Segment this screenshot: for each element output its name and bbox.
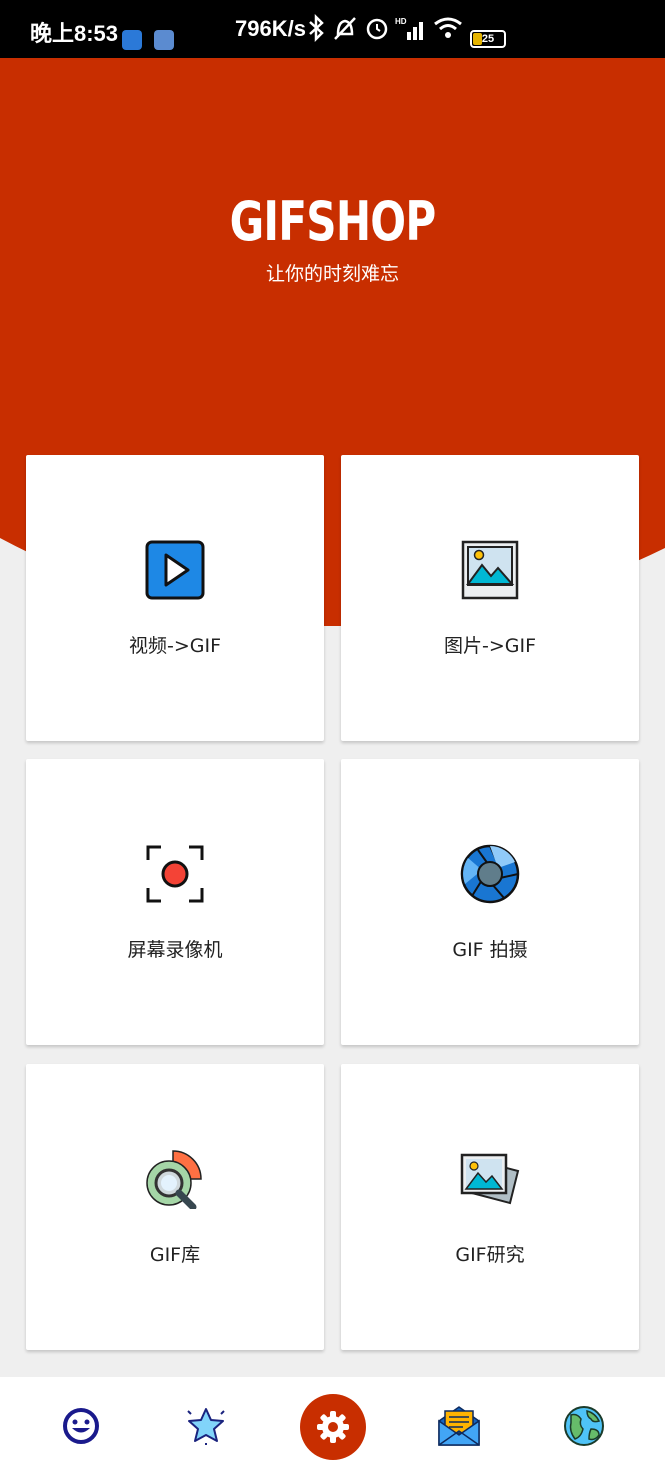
- tile-image-to-gif[interactable]: 图片->GIF: [341, 455, 639, 741]
- bluetooth-icon: [309, 14, 324, 42]
- wifi-icon: [434, 17, 462, 38]
- app-title: GIFSHOP: [229, 190, 437, 253]
- signal-icon: HD: [395, 17, 423, 40]
- settings-gear-icon: [317, 1411, 349, 1443]
- screen-record-icon: [146, 845, 204, 903]
- mail-icon[interactable]: [437, 1405, 481, 1447]
- tile-label: 图片->GIF: [443, 635, 537, 657]
- tile-gif-research[interactable]: GIF研究: [341, 1064, 639, 1350]
- tile-label: GIF库: [149, 1244, 201, 1266]
- mute-bell-icon: [334, 17, 356, 40]
- camera-aperture-icon: [460, 844, 520, 904]
- bottom-navigation: [0, 1377, 665, 1477]
- tile-video-to-gif[interactable]: 视频->GIF: [26, 455, 324, 741]
- star-icon[interactable]: [185, 1405, 227, 1447]
- battery-icon: 25: [470, 30, 506, 48]
- tile-gif-capture[interactable]: GIF 拍摄: [341, 759, 639, 1045]
- status-time: 晚上8:53: [30, 21, 119, 46]
- library-search-icon: [146, 1150, 202, 1209]
- settings-notification-icon: [154, 30, 174, 50]
- smiley-icon[interactable]: [60, 1405, 102, 1447]
- tile-label: GIF 拍摄: [452, 939, 528, 961]
- globe-icon[interactable]: [563, 1405, 605, 1447]
- tile-label: GIF研究: [455, 1244, 525, 1266]
- tile-gif-library[interactable]: GIF库: [26, 1064, 324, 1350]
- photos-icon: [460, 1153, 520, 1205]
- network-speed: 796K/s: [235, 16, 306, 41]
- battery-level: 25: [481, 33, 495, 45]
- video-play-icon: [145, 540, 205, 600]
- status-bar: 晚上8:53 796K/s HD 25: [0, 0, 665, 58]
- tile-label: 屏幕录像机: [127, 939, 223, 961]
- tile-label: 视频->GIF: [128, 635, 222, 657]
- image-icon: [461, 540, 519, 600]
- app-subtitle: 让你的时刻难忘: [265, 263, 399, 285]
- settings-button[interactable]: [300, 1394, 366, 1460]
- svg-text:HD: HD: [395, 17, 407, 26]
- app-notification-icon: [122, 30, 142, 50]
- tile-screen-recorder[interactable]: 屏幕录像机: [26, 759, 324, 1045]
- alarm-icon: [366, 18, 388, 40]
